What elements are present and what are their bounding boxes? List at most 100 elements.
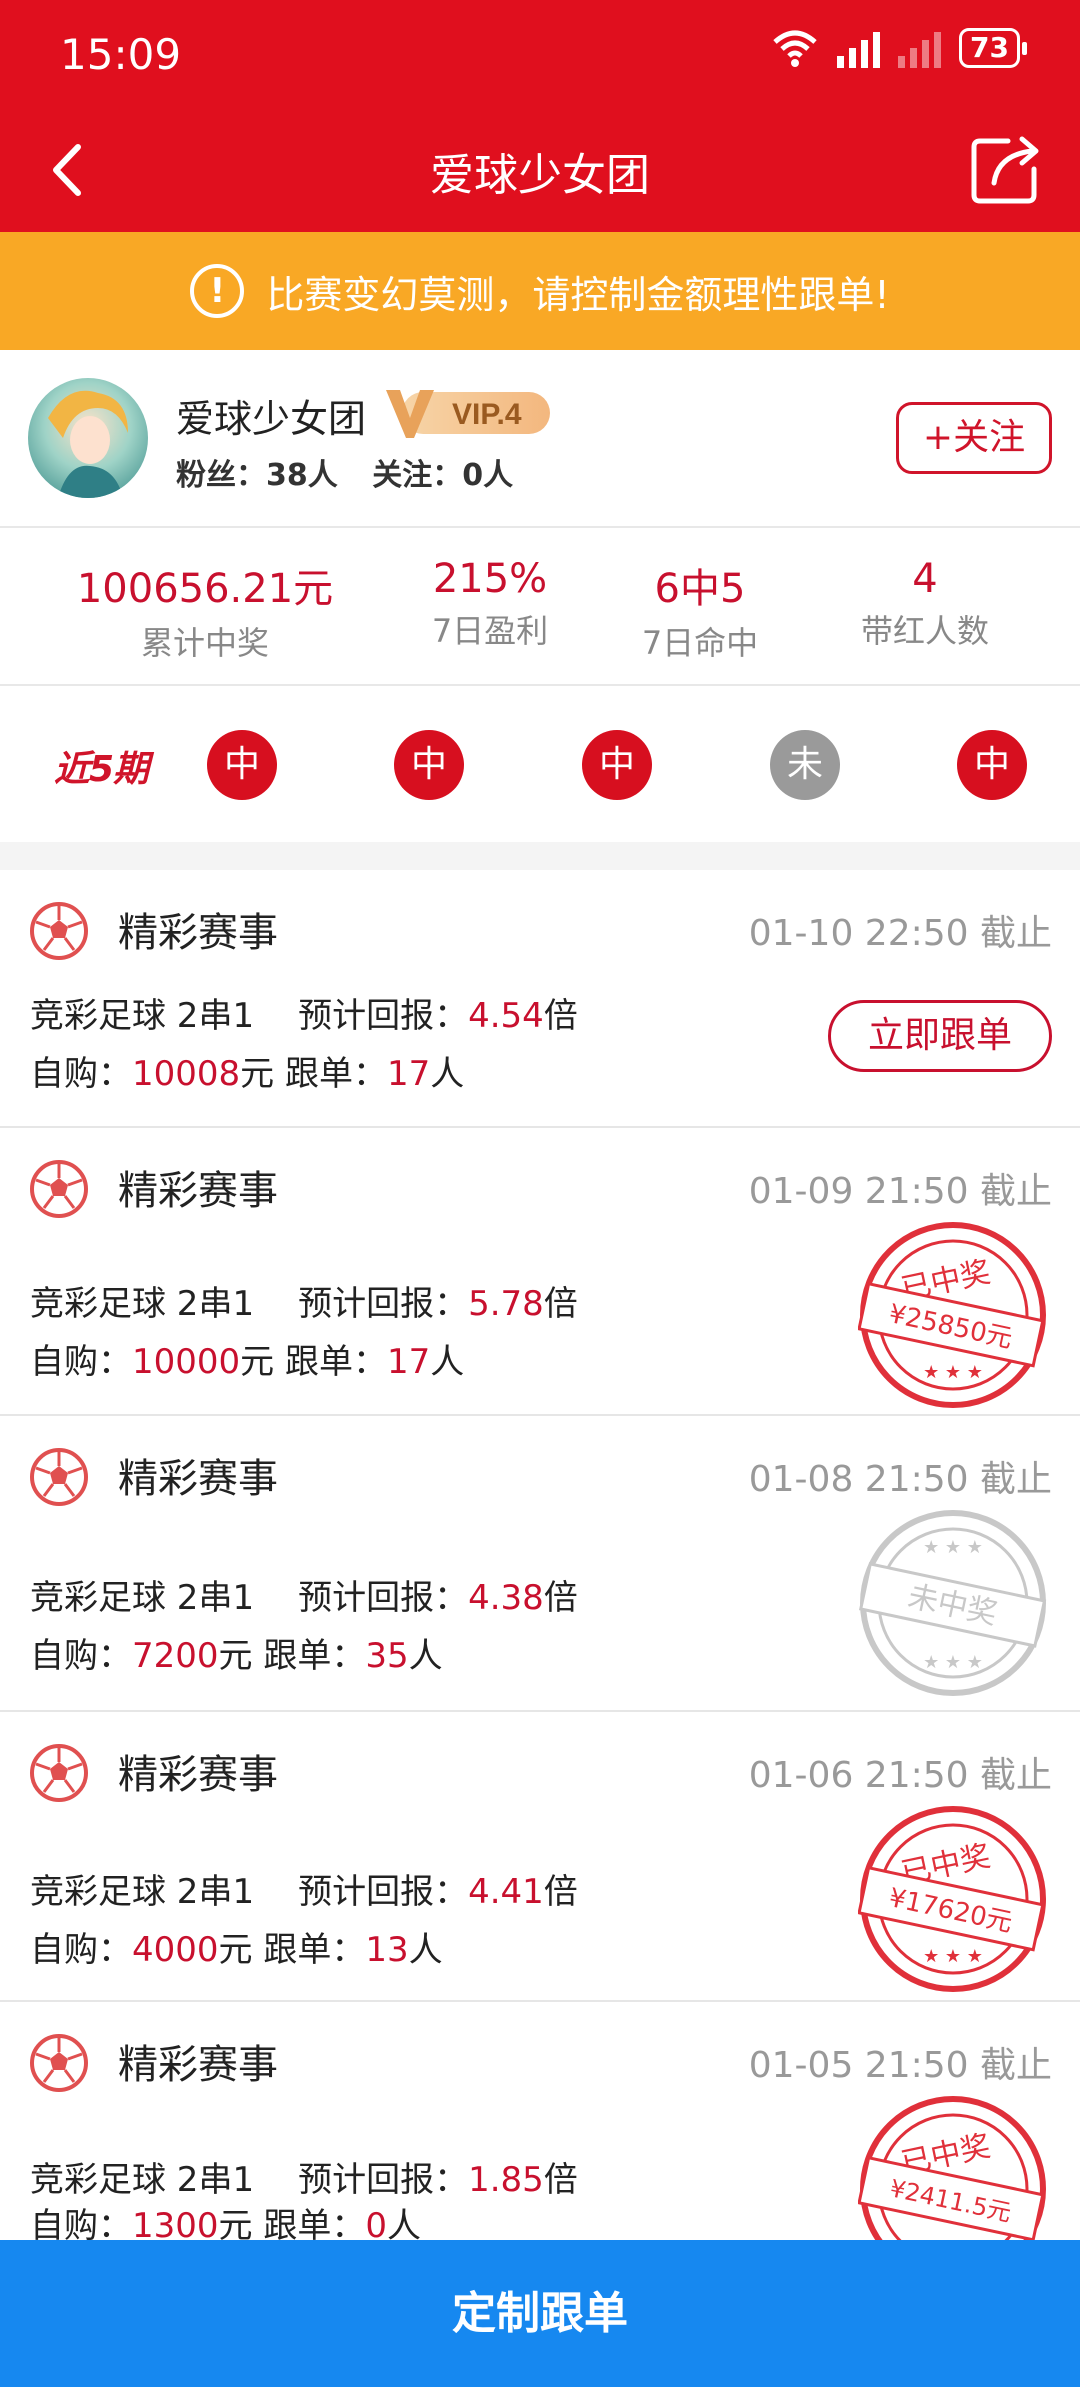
vip-level: VIP.4 (452, 398, 522, 431)
self-buy-label: 自购： (30, 1930, 132, 1970)
user-name: 爱球少女团 (176, 397, 367, 441)
plan-deadline: 01-06 21:50 截止 (748, 1755, 1052, 1796)
follow-unit: 人 (430, 1054, 465, 1094)
profile-header: 爱球少女团 VIP.4 粉丝：38人 关注：0人 +关注 (0, 350, 1080, 528)
plan-info-line: 竞彩足球 2串1 预计回报：5.78倍 (30, 1276, 578, 1325)
notice-text: 比赛变幻莫测，请控制金额理性跟单! (266, 272, 890, 317)
svg-text:★ ★ ★: ★ ★ ★ (923, 1652, 983, 1673)
follow-label: 跟单： (263, 1636, 366, 1676)
return-unit: 倍 (543, 1578, 578, 1618)
return-value: 5.78 (468, 1284, 544, 1324)
lost-stamp: ★ ★ ★ 未中奖 ★ ★ ★ (858, 1510, 1047, 1696)
stat-label: 累计中奖 (140, 624, 269, 662)
plan-info-line: 竞彩足球 2串1 预计回报：4.38倍 (30, 1570, 578, 1619)
self-buy-unit: 元 (240, 1342, 275, 1382)
follow-unit: 人 (430, 1342, 465, 1382)
return-value: 4.41 (468, 1872, 544, 1912)
following-count: 0人 (462, 458, 514, 493)
self-buy-unit: 元 (240, 1054, 275, 1094)
return-label: 预计回报： (298, 996, 469, 1036)
plan-info-line: 竞彩足球 2串1 预计回报：1.85倍 (30, 2152, 578, 2201)
plan-buy-line: 自购：7200元 跟单：35人 (30, 1628, 443, 1677)
warning-icon: ! (190, 264, 245, 318)
play-type: 竞彩足球 2串1 (30, 1284, 255, 1324)
return-label: 预计回报： (298, 1872, 469, 1912)
signal-2-icon (898, 28, 942, 68)
plan-card[interactable]: 精彩赛事 01-08 21:50 截止 竞彩足球 2串1 预计回报：4.38倍 自… (0, 1416, 1080, 1712)
follow-value: 35 (365, 1636, 409, 1676)
stat-label: 7日盈利 (431, 612, 549, 650)
return-value: 1.85 (468, 2160, 544, 2200)
self-buy-value: 10008 (132, 1054, 241, 1094)
follow-unit: 人 (408, 1930, 443, 1970)
plan-title: 精彩赛事 (118, 2042, 278, 2088)
plan-buy-line: 自购：10000元 跟单：17人 (30, 1334, 464, 1383)
plan-buy-line: 自购：4000元 跟单：13人 (30, 1922, 443, 1971)
status-icons: 73 (771, 28, 1027, 68)
self-buy-label: 自购： (30, 1054, 132, 1094)
plan-deadline: 01-05 21:50 截止 (748, 2045, 1052, 2086)
plan-card[interactable]: 精彩赛事 01-06 21:50 截止 竞彩足球 2串1 预计回报：4.41倍 自… (0, 1712, 1080, 2002)
return-label: 预计回报： (298, 2160, 469, 2200)
vip-badge: VIP.4 (386, 390, 550, 438)
stat-7day-hit: 6中5 7日命中 (570, 528, 830, 684)
svg-text:★ ★ ★: ★ ★ ★ (923, 1537, 983, 1558)
recent-result-dot: 中 (207, 730, 277, 800)
follow-value: 17 (386, 1054, 431, 1094)
play-type: 竞彩足球 2串1 (30, 1872, 255, 1912)
page-title: 爱球少女团 (430, 150, 650, 201)
plan-buy-line: 自购：10008元 跟单：17人 (30, 1046, 464, 1095)
stat-label: 带红人数 (860, 612, 989, 650)
stat-value: 215% (432, 556, 548, 602)
follow-label: 跟单： (263, 1930, 366, 1970)
avatar[interactable] (28, 378, 148, 498)
svg-text:★ ★ ★: ★ ★ ★ (923, 1362, 983, 1383)
following-label: 关注： (372, 458, 463, 493)
stats-row: 100656.21元 累计中奖 215% 7日盈利 6中5 7日命中 4 带红人… (0, 528, 1080, 686)
fans-count: 38人 (266, 458, 338, 493)
share-icon[interactable] (968, 131, 1044, 207)
return-unit: 倍 (543, 1284, 578, 1324)
football-icon (30, 2034, 88, 2092)
stat-value: 100656.21元 (76, 566, 334, 612)
follow-label: 跟单： (284, 1342, 387, 1382)
play-type: 竞彩足球 2串1 (30, 996, 255, 1036)
stat-total-prize: 100656.21元 累计中奖 (0, 528, 410, 684)
plan-card[interactable]: 精彩赛事 01-09 21:50 截止 竞彩足球 2串1 预计回报：5.78倍 自… (0, 1128, 1080, 1416)
won-stamp: 已中奖 ¥25850元 ★ ★ ★ (858, 1222, 1046, 1408)
plan-title: 精彩赛事 (118, 910, 278, 956)
stat-7day-profit: 215% 7日盈利 (410, 528, 570, 684)
app-root: 15:09 73 爱球少女团 ! 比赛变幻莫测，请控制金额理性跟单! 爱球少女团… (0, 0, 1080, 2387)
custom-follow-button[interactable]: 定制跟单 (0, 2240, 1080, 2387)
play-type: 竞彩足球 2串1 (30, 2160, 255, 2200)
return-label: 预计回报： (298, 1578, 469, 1618)
return-unit: 倍 (543, 2160, 578, 2200)
follow-now-button[interactable]: 立即跟单 (828, 1000, 1052, 1072)
self-buy-value: 7200 (132, 1636, 219, 1676)
svg-text:★ ★ ★: ★ ★ ★ (923, 1946, 983, 1967)
plan-title: 精彩赛事 (118, 1752, 278, 1798)
plan-deadline: 01-08 21:50 截止 (748, 1459, 1052, 1500)
return-value: 4.38 (468, 1578, 544, 1618)
self-buy-unit: 元 (218, 1930, 253, 1970)
recent-result-dot: 未 (770, 730, 840, 800)
plan-card[interactable]: 精彩赛事 01-10 22:50 截止 竞彩足球 2串1 预计回报：4.54倍 自… (0, 870, 1080, 1128)
recent-result-dot: 中 (582, 730, 652, 800)
signal-icon (837, 28, 881, 68)
football-icon (30, 1744, 88, 1802)
plan-deadline: 01-09 21:50 截止 (748, 1171, 1052, 1212)
wifi-icon (773, 30, 817, 67)
plan-deadline: 01-10 22:50 截止 (748, 913, 1052, 954)
stat-label: 7日命中 (641, 624, 759, 662)
risk-notice-banner: ! 比赛变幻莫测，请控制金额理性跟单! (0, 232, 1080, 350)
recent-results: 近5期 中 中 中 未 中 (0, 686, 1080, 842)
plan-title: 精彩赛事 (118, 1168, 278, 1214)
recent-result-dot: 中 (957, 730, 1027, 800)
follow-button[interactable]: +关注 (896, 402, 1052, 474)
follow-stats: 粉丝：38人 关注：0人 (176, 450, 537, 494)
plan-info-line: 竞彩足球 2串1 预计回报：4.41倍 (30, 1864, 578, 1913)
recent-result-dot: 中 (394, 730, 464, 800)
self-buy-label: 自购： (30, 1636, 132, 1676)
self-buy-value: 10000 (132, 1342, 241, 1382)
follow-value: 13 (365, 1930, 409, 1970)
